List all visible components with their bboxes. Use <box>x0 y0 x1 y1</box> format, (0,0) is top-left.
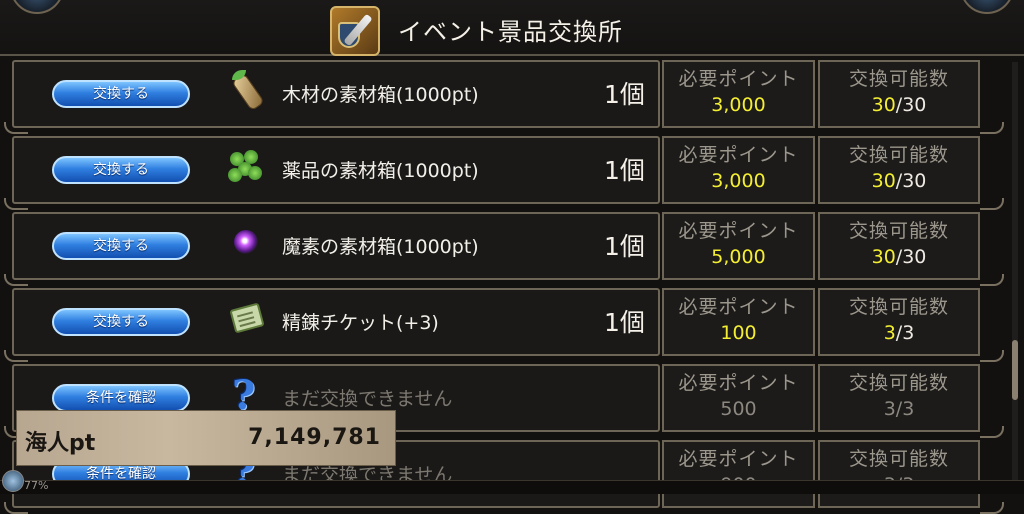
frame-ornament <box>980 198 1004 210</box>
required-points-cell: 必要ポイント 3,000 <box>662 136 815 204</box>
question-icon: ? <box>232 372 256 419</box>
frame-ornament <box>980 350 1004 362</box>
required-points-label: 必要ポイント <box>678 372 799 394</box>
scrollbar-thumb[interactable] <box>1012 340 1018 400</box>
exchange-button[interactable]: 交換する <box>52 232 190 260</box>
frame-ornament <box>4 502 28 514</box>
required-points-cell: 必要ポイント900 <box>662 440 815 508</box>
required-points-value: 5,000 <box>711 246 766 268</box>
exchangeable-count-label: 交換可能数 <box>848 68 949 90</box>
required-points-label: 必要ポイント <box>678 68 799 90</box>
required-points-cell: 必要ポイント 500 <box>662 364 815 432</box>
item-name: 精錬チケット(+3) <box>282 312 439 334</box>
status-orb-icon <box>2 470 24 492</box>
exchangeable-count-value: 30/30 <box>871 170 927 192</box>
row-item-panel: 交換する 精錬チケット(+3) 1個 <box>12 288 660 356</box>
ticket-icon <box>228 300 265 336</box>
exchangeable-count-cell: 交換可能数 30/30 <box>818 60 980 128</box>
exchange-row: 交換する 魔素の素材箱(1000pt) 1個 必要ポイント 5,000 交換可能数 30/3… <box>4 210 1012 286</box>
exchangeable-count-label: 交換可能数 <box>848 296 949 318</box>
item-quantity: 1個 <box>604 308 645 337</box>
exchangeable-count-label: 交換可能数 <box>848 144 949 166</box>
required-points-value: 100 <box>720 322 757 344</box>
frame-ornament <box>980 274 1004 286</box>
frame-ornament <box>980 502 1004 514</box>
required-points-cell: 必要ポイント 3,000 <box>662 60 815 128</box>
exchangeable-count-value: 3/3 <box>883 398 915 420</box>
exchange-button[interactable]: 交換する <box>52 308 190 336</box>
exchangeable-count-cell: 交換可能数 3/3 <box>818 364 980 432</box>
progress-percent: 77% <box>24 479 49 492</box>
exchangeable-count-label: 交換可能数 <box>848 220 949 242</box>
item-quantity: 1個 <box>604 232 645 261</box>
item-name: 木材の素材箱(1000pt) <box>282 84 479 106</box>
required-points-cell: 必要ポイント 5,000 <box>662 212 815 280</box>
exchangeable-count-cell: 交換可能数3/3 <box>818 440 980 508</box>
corner-orb-icon <box>10 0 64 14</box>
corner-orb-icon <box>960 0 1014 14</box>
exchange-button[interactable]: 交換する <box>52 156 190 184</box>
wood-icon <box>228 70 265 112</box>
required-points-label: 必要ポイント <box>678 296 799 318</box>
required-points-value: 500 <box>720 398 757 420</box>
exchange-shop-icon <box>330 6 380 56</box>
exchange-button[interactable]: 交換する <box>52 80 190 108</box>
exchangeable-count-label: 交換可能数 <box>848 372 949 394</box>
item-name: まだ交換できません <box>282 388 453 410</box>
frame-ornament <box>4 198 28 210</box>
item-quantity: 1個 <box>604 156 645 185</box>
exchangeable-count-cell: 交換可能数 30/30 <box>818 212 980 280</box>
frame-ornament <box>4 350 28 362</box>
required-points-label: 必要ポイント <box>678 220 799 242</box>
item-quantity: 1個 <box>604 80 645 109</box>
exchange-row: 交換する 木材の素材箱(1000pt) 1個 必要ポイント 3,000 交換可能数 30/3… <box>4 58 1012 134</box>
frame-ornament <box>4 274 28 286</box>
row-item-panel: 交換する 木材の素材箱(1000pt) 1個 <box>12 60 660 128</box>
row-item-panel: 交換する 魔素の素材箱(1000pt) 1個 <box>12 212 660 280</box>
header-bar: イベント景品交換所 <box>0 0 1024 56</box>
check-conditions-button[interactable]: 条件を確認 <box>52 384 190 412</box>
frame-ornament <box>980 426 1004 438</box>
exchangeable-count-value: 30/30 <box>871 94 927 116</box>
scrollbar[interactable] <box>1012 62 1018 482</box>
required-points-cell: 必要ポイント 100 <box>662 288 815 356</box>
required-points-label: 必要ポイント <box>678 144 799 166</box>
exchangeable-count-value: 3/3 <box>883 322 915 344</box>
herb-icon <box>228 148 264 184</box>
exchange-row: 交換する 薬品の素材箱(1000pt) 1個 必要ポイント 3,000 交換可能数 30/3… <box>4 134 1012 210</box>
page-title: イベント景品交換所 <box>398 18 623 46</box>
exchangeable-count-cell: 交換可能数 30/30 <box>818 136 980 204</box>
frame-ornament <box>980 122 1004 134</box>
points-value: 7,149,781 <box>248 425 381 450</box>
required-points-label: 必要ポイント <box>678 448 799 470</box>
required-points-value: 3,000 <box>711 94 766 116</box>
magic-orb-icon <box>228 224 264 260</box>
exchangeable-count-cell: 交換可能数 3/3 <box>818 288 980 356</box>
points-panel: 海人pt 7,149,781 <box>16 410 396 466</box>
exchangeable-count-label: 交換可能数 <box>848 448 949 470</box>
points-label: 海人pt <box>25 431 96 456</box>
bottom-bar <box>0 480 1024 494</box>
item-name: 魔素の素材箱(1000pt) <box>282 236 479 258</box>
frame-ornament <box>4 122 28 134</box>
exchangeable-count-value: 30/30 <box>871 246 927 268</box>
exchange-row: 交換する 精錬チケット(+3) 1個 必要ポイント 100 交換可能数 3/3 <box>4 286 1012 362</box>
row-item-panel: 交換する 薬品の素材箱(1000pt) 1個 <box>12 136 660 204</box>
item-name: 薬品の素材箱(1000pt) <box>282 160 479 182</box>
required-points-value: 3,000 <box>711 170 766 192</box>
